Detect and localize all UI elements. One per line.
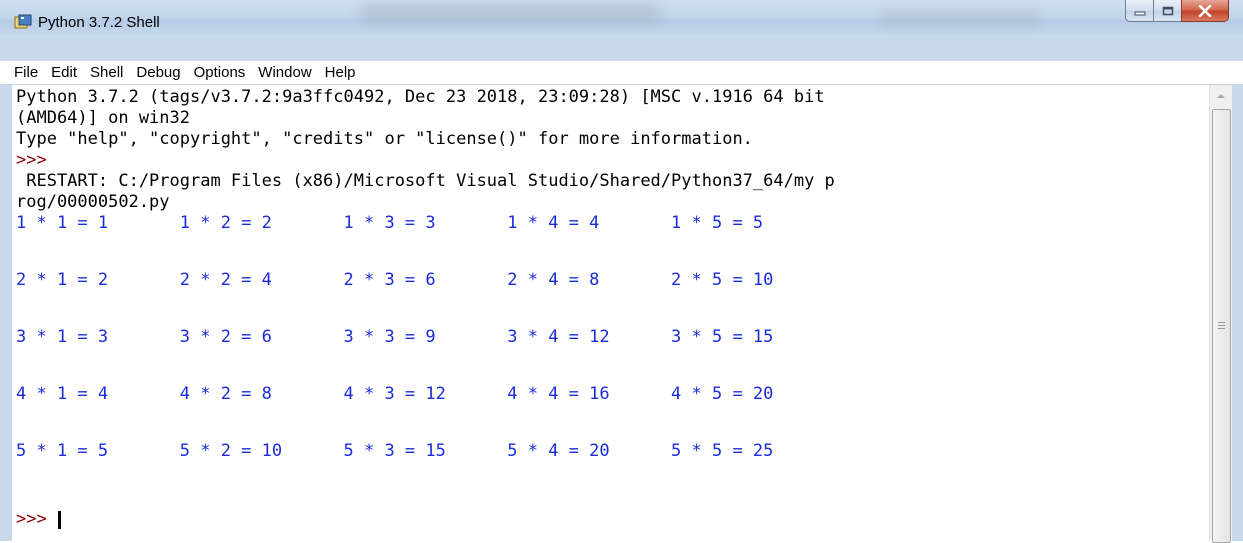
window-controls — [1125, 0, 1229, 22]
restart-line: rog/00000502.py — [16, 192, 170, 212]
menu-file[interactable]: File — [14, 64, 38, 81]
output-row: 5 * 1 = 5 5 * 2 = 10 5 * 3 = 15 5 * 4 = … — [16, 441, 774, 461]
menu-window[interactable]: Window — [258, 64, 311, 81]
minimize-icon — [1134, 11, 1145, 15]
title-bar[interactable]: Python 3.7.2 Shell — [0, 0, 1243, 39]
menu-options[interactable]: Options — [194, 64, 246, 81]
thumb-grip — [1218, 328, 1225, 329]
menu-shell[interactable]: Shell — [90, 64, 123, 81]
window-frame — [1231, 38, 1243, 541]
shell-prompt: >>> — [16, 509, 47, 529]
text-cursor — [58, 511, 61, 529]
window-title: Python 3.7.2 Shell — [38, 14, 160, 31]
idle-shell-window: Python 3.7.2 Shell File Edit Shell Debug… — [0, 0, 1243, 543]
close-button[interactable] — [1181, 0, 1229, 22]
python-shell-icon — [14, 14, 32, 29]
title-bar-blur — [360, 4, 660, 22]
banner-line: Python 3.7.2 (tags/v3.7.2:9a3ffc0492, De… — [16, 87, 825, 107]
maximize-icon — [1162, 6, 1173, 15]
menu-debug[interactable]: Debug — [136, 64, 180, 81]
restart-line: RESTART: C:/Program Files (x86)/Microsof… — [16, 171, 835, 191]
banner-line: Type "help", "copyright", "credits" or "… — [16, 129, 753, 149]
output-row: 2 * 1 = 2 2 * 2 = 4 2 * 3 = 6 2 * 4 = 8 … — [16, 270, 774, 290]
maximize-button[interactable] — [1153, 0, 1181, 22]
title-bar-blur — [880, 10, 1040, 26]
output-row: 1 * 1 = 1 1 * 2 = 2 1 * 3 = 3 1 * 4 = 4 … — [16, 213, 764, 233]
scrollbar-thumb[interactable] — [1212, 109, 1231, 543]
menu-edit[interactable]: Edit — [51, 64, 77, 81]
banner-line: (AMD64)] on win32 — [16, 108, 190, 128]
output-row: 3 * 1 = 3 3 * 2 = 6 3 * 3 = 9 3 * 4 = 12… — [16, 327, 774, 347]
shell-text-area[interactable]: Python 3.7.2 (tags/v3.7.2:9a3ffc0492, De… — [12, 85, 1209, 541]
minimize-button[interactable] — [1125, 0, 1153, 22]
scroll-up-arrow-icon — [1217, 94, 1225, 98]
window-frame — [0, 38, 1243, 60]
vertical-scrollbar[interactable] — [1209, 85, 1232, 543]
window-frame — [0, 38, 12, 541]
thumb-grip — [1218, 322, 1225, 323]
menu-bar: File Edit Shell Debug Options Window Hel… — [0, 60, 1243, 84]
output-row: 4 * 1 = 4 4 * 2 = 8 4 * 3 = 12 4 * 4 = 1… — [16, 384, 774, 404]
scroll-up-button[interactable] — [1210, 85, 1232, 107]
thumb-grip — [1218, 325, 1225, 326]
shell-prompt: >>> — [16, 150, 47, 170]
close-icon — [1198, 4, 1212, 17]
menu-help[interactable]: Help — [325, 64, 356, 81]
